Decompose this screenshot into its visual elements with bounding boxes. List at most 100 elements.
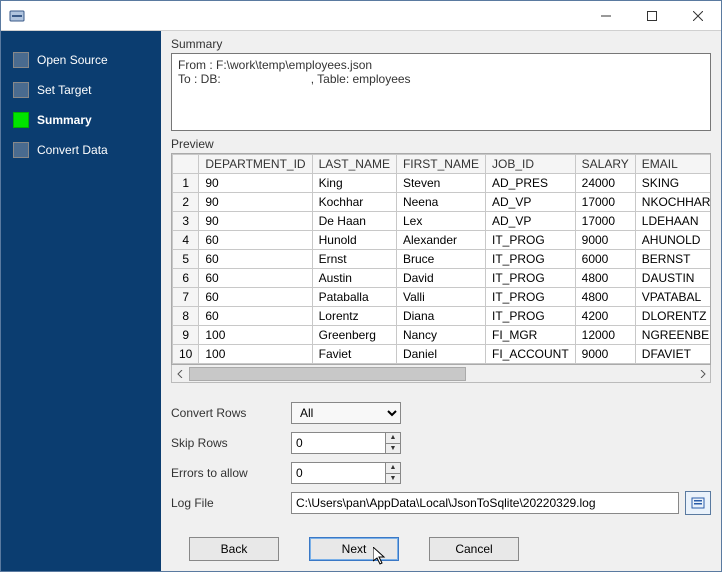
grid-cell[interactable]: 60: [199, 231, 312, 250]
close-button[interactable]: [675, 1, 721, 31]
grid-cell[interactable]: De Haan: [312, 212, 396, 231]
grid-cell[interactable]: FI_ACCOUNT: [485, 345, 575, 364]
errors-input[interactable]: [291, 462, 385, 484]
browse-log-button[interactable]: [685, 491, 711, 515]
log-file-input[interactable]: [291, 492, 679, 514]
grid-cell[interactable]: 12000: [575, 326, 635, 345]
grid-cell[interactable]: 17000: [575, 212, 635, 231]
preview-grid-scroll[interactable]: DEPARTMENT_IDLAST_NAMEFIRST_NAMEJOB_IDSA…: [171, 153, 711, 365]
table-row[interactable]: 10100FavietDanielFI_ACCOUNT9000DFAVIET10…: [173, 345, 712, 364]
grid-cell[interactable]: Pataballa: [312, 288, 396, 307]
grid-cell[interactable]: Steven: [396, 174, 485, 193]
grid-cell[interactable]: IT_PROG: [485, 269, 575, 288]
grid-cell[interactable]: LDEHAAN: [635, 212, 711, 231]
grid-cell[interactable]: Ernst: [312, 250, 396, 269]
scroll-right-icon[interactable]: [693, 366, 710, 382]
errors-up-icon[interactable]: ▲: [386, 463, 400, 474]
grid-cell[interactable]: Lex: [396, 212, 485, 231]
grid-cell[interactable]: 4200: [575, 307, 635, 326]
grid-cell[interactable]: FI_MGR: [485, 326, 575, 345]
skip-rows-up-icon[interactable]: ▲: [386, 433, 400, 444]
table-row[interactable]: 760PataballaValliIT_PROG4800VPATABAL103: [173, 288, 712, 307]
table-row[interactable]: 660AustinDavidIT_PROG4800DAUSTIN103: [173, 269, 712, 288]
grid-cell[interactable]: 100: [199, 326, 312, 345]
grid-cell[interactable]: VPATABAL: [635, 288, 711, 307]
grid-cell[interactable]: DLORENTZ: [635, 307, 711, 326]
grid-cell[interactable]: IT_PROG: [485, 250, 575, 269]
wizard-step-summary[interactable]: Summary: [7, 105, 155, 135]
column-header[interactable]: SALARY: [575, 155, 635, 174]
grid-cell[interactable]: 9000: [575, 231, 635, 250]
grid-cell[interactable]: Greenberg: [312, 326, 396, 345]
table-row[interactable]: 560ErnstBruceIT_PROG6000BERNST103: [173, 250, 712, 269]
grid-cell[interactable]: Daniel: [396, 345, 485, 364]
horizontal-scrollbar[interactable]: [171, 365, 711, 383]
wizard-step-set-target[interactable]: Set Target: [7, 75, 155, 105]
grid-cell[interactable]: DFAVIET: [635, 345, 711, 364]
back-button[interactable]: Back: [189, 537, 279, 561]
grid-cell[interactable]: 60: [199, 250, 312, 269]
grid-cell[interactable]: King: [312, 174, 396, 193]
grid-cell[interactable]: DAUSTIN: [635, 269, 711, 288]
grid-cell[interactable]: Kochhar: [312, 193, 396, 212]
scrollbar-track[interactable]: [189, 367, 693, 381]
grid-cell[interactable]: 60: [199, 307, 312, 326]
grid-cell[interactable]: Austin: [312, 269, 396, 288]
table-row[interactable]: 460HunoldAlexanderIT_PROG9000AHUNOLD102: [173, 231, 712, 250]
convert-rows-select[interactable]: All: [291, 402, 401, 424]
grid-cell[interactable]: Valli: [396, 288, 485, 307]
column-header[interactable]: LAST_NAME: [312, 155, 396, 174]
grid-cell[interactable]: NKOCHHAR: [635, 193, 711, 212]
summary-textbox[interactable]: From : F:\work\temp\employees.json To : …: [171, 53, 711, 131]
grid-cell[interactable]: 90: [199, 193, 312, 212]
table-row[interactable]: 290KochharNeenaAD_VP17000NKOCHHAR100: [173, 193, 712, 212]
grid-cell[interactable]: Nancy: [396, 326, 485, 345]
table-row[interactable]: 9100GreenbergNancyFI_MGR12000NGREENBE101: [173, 326, 712, 345]
scroll-left-icon[interactable]: [172, 366, 189, 382]
scrollbar-thumb[interactable]: [189, 367, 466, 381]
column-header[interactable]: EMAIL: [635, 155, 711, 174]
grid-cell[interactable]: AD_VP: [485, 212, 575, 231]
skip-rows-input[interactable]: [291, 432, 385, 454]
grid-cell[interactable]: Hunold: [312, 231, 396, 250]
grid-cell[interactable]: 90: [199, 174, 312, 193]
grid-cell[interactable]: BERNST: [635, 250, 711, 269]
grid-cell[interactable]: NGREENBE: [635, 326, 711, 345]
minimize-button[interactable]: [583, 1, 629, 31]
grid-cell[interactable]: 90: [199, 212, 312, 231]
grid-cell[interactable]: IT_PROG: [485, 288, 575, 307]
grid-cell[interactable]: Alexander: [396, 231, 485, 250]
table-row[interactable]: 190KingStevenAD_PRES24000SKING: [173, 174, 712, 193]
skip-rows-down-icon[interactable]: ▼: [386, 444, 400, 454]
grid-cell[interactable]: 4800: [575, 269, 635, 288]
grid-cell[interactable]: Lorentz: [312, 307, 396, 326]
maximize-button[interactable]: [629, 1, 675, 31]
grid-cell[interactable]: 100: [199, 345, 312, 364]
column-header[interactable]: FIRST_NAME: [396, 155, 485, 174]
grid-cell[interactable]: 4800: [575, 288, 635, 307]
grid-cell[interactable]: 60: [199, 269, 312, 288]
errors-down-icon[interactable]: ▼: [386, 474, 400, 484]
grid-cell[interactable]: David: [396, 269, 485, 288]
grid-cell[interactable]: 6000: [575, 250, 635, 269]
grid-cell[interactable]: IT_PROG: [485, 307, 575, 326]
grid-cell[interactable]: IT_PROG: [485, 231, 575, 250]
table-row[interactable]: 860LorentzDianaIT_PROG4200DLORENTZ103: [173, 307, 712, 326]
grid-cell[interactable]: AD_PRES: [485, 174, 575, 193]
grid-cell[interactable]: 17000: [575, 193, 635, 212]
table-row[interactable]: 390De HaanLexAD_VP17000LDEHAAN100: [173, 212, 712, 231]
grid-cell[interactable]: 9000: [575, 345, 635, 364]
cancel-button[interactable]: Cancel: [429, 537, 519, 561]
grid-cell[interactable]: Neena: [396, 193, 485, 212]
grid-cell[interactable]: SKING: [635, 174, 711, 193]
grid-cell[interactable]: 24000: [575, 174, 635, 193]
grid-cell[interactable]: AHUNOLD: [635, 231, 711, 250]
wizard-step-convert-data[interactable]: Convert Data: [7, 135, 155, 165]
column-header[interactable]: JOB_ID: [485, 155, 575, 174]
grid-cell[interactable]: Bruce: [396, 250, 485, 269]
grid-cell[interactable]: Diana: [396, 307, 485, 326]
column-header[interactable]: DEPARTMENT_ID: [199, 155, 312, 174]
grid-cell[interactable]: Faviet: [312, 345, 396, 364]
grid-cell[interactable]: AD_VP: [485, 193, 575, 212]
grid-cell[interactable]: 60: [199, 288, 312, 307]
